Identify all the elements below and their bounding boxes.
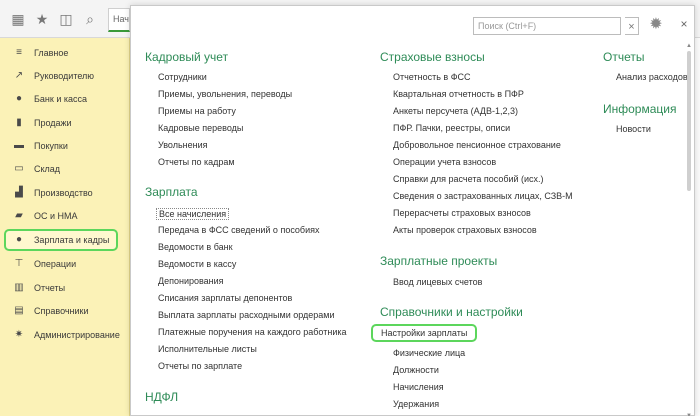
sidebar-item-bank[interactable]: ● Банк и касса (6, 89, 126, 109)
sidebar-item-main[interactable]: ≡ Главное (6, 43, 126, 63)
link-accruals[interactable]: Начисления (393, 382, 444, 392)
link-transfers[interactable]: Кадровые переводы (158, 123, 243, 133)
warehouse-icon: ▭ (14, 163, 24, 174)
link-writs[interactable]: Исполнительные листы (158, 344, 257, 354)
link-szv-m[interactable]: Сведения о застрахованных лицах, СЗВ-М (393, 191, 573, 201)
link-deductions[interactable]: Удержания (393, 399, 439, 409)
factory-icon: ▟ (15, 187, 23, 198)
link-hire-dismiss-transfer[interactable]: Приемы, увольнения, переводы (158, 89, 292, 99)
link-all-accruals[interactable]: Все начисления (156, 208, 230, 220)
gear-icon: ✷ (14, 329, 24, 340)
book-icon: ▤ (14, 305, 24, 316)
history-icon[interactable]: ◫ (56, 9, 76, 29)
link-individuals[interactable]: Физические лица (393, 348, 465, 358)
section-title-insurance: Страховые взносы (380, 50, 485, 64)
panel-scrollbar[interactable]: ▲ ▼ (686, 43, 692, 416)
section-menu-panel: Поиск (Ctrl+F) × ✹ × Кадровый учет Сотру… (130, 5, 695, 416)
link-news[interactable]: Новости (616, 124, 651, 134)
sidebar-item-sales[interactable]: ▮ Продажи (6, 113, 126, 133)
link-payment-orders[interactable]: Платежные поручения на каждого работника (158, 327, 347, 337)
link-deposit-writeoffs[interactable]: Списания зарплаты депонентов (158, 293, 292, 303)
link-personal-accounts[interactable]: Ввод лицевых счетов (393, 277, 482, 287)
truck-icon: ▰ (15, 210, 23, 221)
apps-grid-icon[interactable]: ▦ (8, 9, 28, 29)
section-title-salary: Зарплата (145, 185, 198, 199)
section-title-reports: Отчеты (603, 50, 645, 64)
chart-icon: ▥ (14, 282, 24, 293)
link-cash-orders-payout[interactable]: Выплата зарплаты расходными ордерами (158, 310, 335, 320)
link-adv-forms[interactable]: Анкеты персучета (АДВ-1,2,3) (393, 106, 518, 116)
link-employees[interactable]: Сотрудники (158, 72, 207, 82)
link-bank-statements[interactable]: Ведомости в банк (158, 242, 233, 252)
sections-sidebar: ≡ Главное ↗ Руководителю ● Банк и касса ▮ Пр… (0, 38, 130, 416)
clear-icon[interactable]: × (625, 17, 639, 35)
cart-icon: ▬ (14, 140, 24, 151)
person-icon: ● (15, 234, 23, 245)
link-cash-statements[interactable]: Ведомости в кассу (158, 259, 236, 269)
sidebar-item-reports[interactable]: ▥ Отчеты (6, 278, 126, 298)
sidebar-item-assets[interactable]: ▰ ОС и НМА (6, 206, 126, 226)
link-positions[interactable]: Должности (393, 365, 439, 375)
panel-settings-icon[interactable]: ✹ (645, 15, 667, 35)
section-title-hr: Кадровый учет (145, 50, 229, 64)
link-audit-acts[interactable]: Акты проверок страховых взносов (393, 225, 537, 235)
section-title-salary-projects: Зарплатные проекты (380, 254, 498, 268)
section-title-settings: Справочники и настройки (380, 305, 523, 319)
scroll-thumb[interactable] (687, 51, 691, 191)
scroll-up-icon[interactable]: ▲ (686, 43, 692, 49)
sidebar-item-warehouse[interactable]: ▭ Склад (6, 159, 126, 179)
link-pfr-packs[interactable]: ПФР. Пачки, реестры, описи (393, 123, 510, 133)
sidebar-item-salary[interactable]: ● Зарплата и кадры (4, 229, 118, 251)
trend-icon: ↗ (14, 70, 24, 81)
bag-icon: ▮ (16, 117, 22, 128)
link-salary-reports[interactable]: Отчеты по зарплате (158, 361, 242, 371)
section-title-info: Информация (603, 102, 677, 116)
menu-icon: ≡ (16, 47, 22, 58)
sidebar-item-directories[interactable]: ▤ Справочники (6, 301, 126, 321)
coin-icon: ● (15, 93, 23, 104)
link-fss-reporting[interactable]: Отчетность в ФСС (393, 72, 471, 82)
link-deposits[interactable]: Депонирования (158, 276, 224, 286)
link-expense-analysis[interactable]: Анализ расходов (616, 72, 688, 82)
sidebar-item-manager[interactable]: ↗ Руководителю (6, 66, 126, 86)
search-input[interactable]: Поиск (Ctrl+F) (473, 17, 621, 35)
section-title-ndfl: НДФЛ (145, 390, 179, 404)
link-recalculations[interactable]: Перерасчеты страховых взносов (393, 208, 531, 218)
link-pfr-quarterly[interactable]: Квартальная отчетность в ПФР (393, 89, 524, 99)
link-voluntary-pension[interactable]: Добровольное пенсионное страхование (393, 140, 561, 150)
favorites-star-icon[interactable]: ★ (32, 9, 52, 29)
sidebar-item-operations[interactable]: ⊤ Операции (6, 254, 126, 274)
link-hr-reports[interactable]: Отчеты по кадрам (158, 157, 235, 167)
close-icon[interactable]: × (677, 17, 691, 31)
link-salary-settings[interactable]: Настройки зарплаты (371, 324, 478, 342)
search-icon[interactable]: ⌕ (80, 9, 100, 29)
sidebar-item-production[interactable]: ▟ Производство (6, 183, 126, 203)
link-dismissals[interactable]: Увольнения (158, 140, 208, 150)
sidebar-item-admin[interactable]: ✷ Администрирование (6, 325, 126, 345)
tab-home-page[interactable]: Начальная страница (108, 8, 130, 32)
operations-icon: ⊤ (14, 258, 24, 269)
link-benefit-certificates[interactable]: Справки для расчета пособий (исх.) (393, 174, 544, 184)
link-fss-benefits[interactable]: Передача в ФСС сведений о пособиях (158, 225, 319, 235)
link-contribution-ops[interactable]: Операции учета взносов (393, 157, 496, 167)
link-hiring[interactable]: Приемы на работу (158, 106, 236, 116)
sidebar-item-purchases[interactable]: ▬ Покупки (6, 136, 126, 156)
